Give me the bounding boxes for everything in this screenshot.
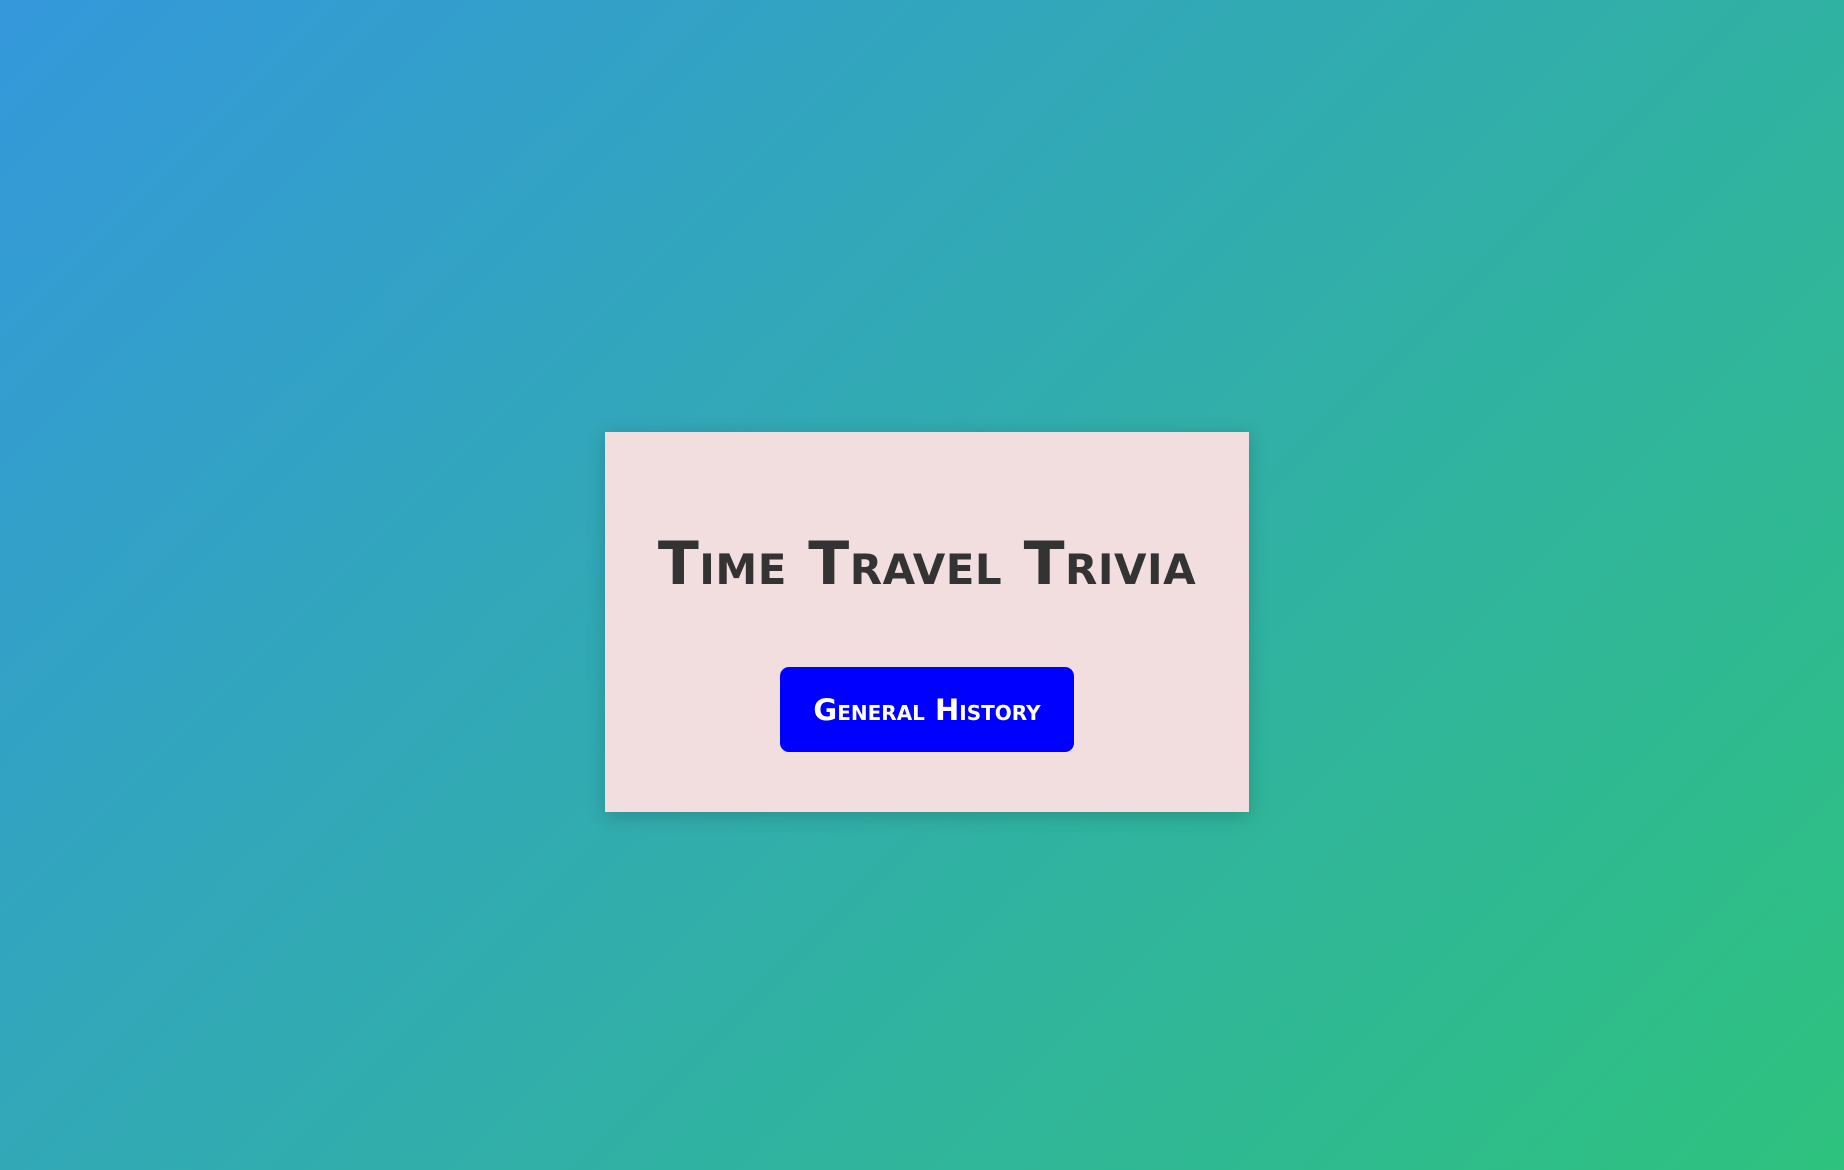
category-button-general-history[interactable]: General History (780, 667, 1074, 752)
start-card: Time Travel Trivia General History (605, 432, 1249, 812)
page-title: Time Travel Trivia (657, 529, 1197, 599)
page-background: { "app": { "title": "Time Travel Trivia"… (0, 0, 1844, 1170)
